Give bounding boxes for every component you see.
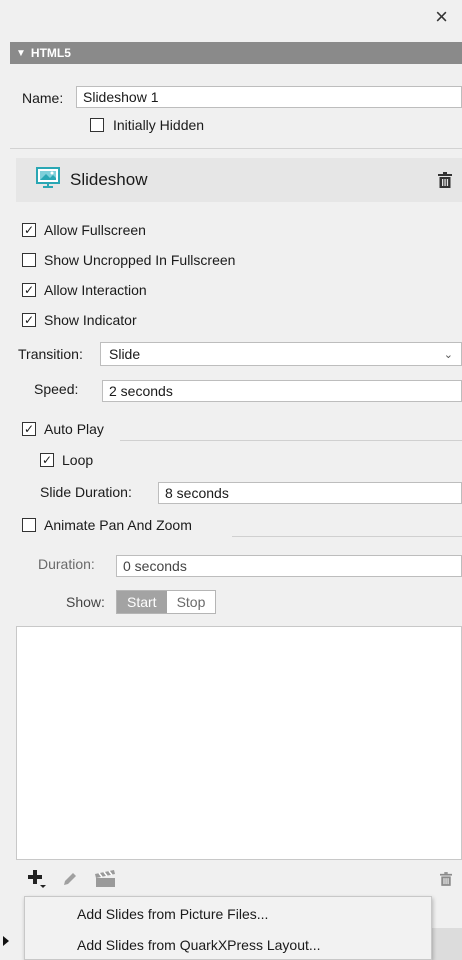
animate-divider — [232, 536, 462, 537]
slides-toolbar — [16, 862, 462, 892]
add-slides-menu: Add Slides from Picture Files... Add Sli… — [24, 896, 432, 960]
slideshow-icon — [36, 167, 60, 188]
speed-input[interactable]: 2 seconds — [102, 380, 462, 402]
slides-list[interactable] — [16, 626, 462, 860]
loop-row[interactable]: ✓ Loop — [40, 452, 93, 468]
collapse-triangle-icon: ▼ — [16, 47, 26, 59]
transition-label: Transition: — [18, 346, 83, 362]
loop-checkbox[interactable]: ✓ — [40, 453, 54, 467]
duration-value: 0 seconds — [123, 558, 187, 574]
background-panel-strip — [432, 928, 462, 960]
show-uncropped-label: Show Uncropped In Fullscreen — [44, 252, 236, 268]
show-start-button[interactable]: Start — [117, 591, 167, 613]
animate-pan-zoom-checkbox[interactable] — [22, 518, 36, 532]
allow-interaction-checkbox[interactable]: ✓ — [22, 283, 36, 297]
speed-label: Speed: — [34, 381, 79, 397]
initially-hidden-row[interactable]: Initially Hidden — [90, 117, 204, 133]
allow-fullscreen-checkbox[interactable]: ✓ — [22, 223, 36, 237]
add-slide-icon[interactable] — [28, 870, 46, 888]
edit-pencil-icon[interactable] — [62, 871, 78, 887]
allow-interaction-label: Allow Interaction — [44, 282, 147, 298]
loop-label: Loop — [62, 452, 94, 468]
initially-hidden-checkbox[interactable] — [90, 118, 104, 132]
show-uncropped-checkbox[interactable] — [22, 253, 36, 267]
allow-fullscreen-label: Allow Fullscreen — [44, 222, 146, 238]
name-input-value: Slideshow 1 — [83, 89, 159, 105]
slideshow-title: Slideshow — [70, 170, 148, 189]
animate-pan-zoom-label: Animate Pan And Zoom — [44, 517, 192, 533]
option-allow-interaction[interactable]: ✓ Allow Interaction — [22, 282, 147, 298]
transition-value: Slide — [109, 346, 141, 362]
html5-section-header[interactable]: ▼ HTML5 — [10, 42, 462, 64]
show-label: Show: — [66, 594, 105, 610]
option-allow-fullscreen[interactable]: ✓ Allow Fullscreen — [22, 222, 146, 238]
auto-play-divider — [120, 440, 462, 441]
show-indicator-label: Show Indicator — [44, 312, 137, 328]
clapperboard-icon[interactable] — [94, 868, 116, 888]
name-input[interactable]: Slideshow 1 — [76, 86, 462, 108]
show-segmented-control[interactable]: Start Stop — [116, 590, 217, 614]
slide-duration-label: Slide Duration: — [40, 484, 132, 500]
delete-slide-icon[interactable] — [440, 872, 452, 886]
chevron-down-icon: ⌄ — [443, 348, 453, 361]
show-stop-button[interactable]: Stop — [167, 591, 216, 613]
option-show-indicator[interactable]: ✓ Show Indicator — [22, 312, 137, 328]
animate-pan-zoom-row[interactable]: Animate Pan And Zoom — [22, 517, 192, 533]
close-button[interactable]: × — [435, 4, 448, 30]
auto-play-label: Auto Play — [44, 421, 104, 437]
duration-input[interactable]: 0 seconds — [116, 555, 462, 577]
auto-play-checkbox[interactable]: ✓ — [22, 422, 36, 436]
speed-value: 2 seconds — [109, 383, 173, 399]
menu-item-add-from-picture-files[interactable]: Add Slides from Picture Files... — [77, 906, 268, 922]
delete-slideshow-icon[interactable] — [438, 172, 452, 188]
expand-arrow-icon[interactable] — [3, 936, 9, 946]
duration-label: Duration: — [38, 556, 95, 572]
slide-duration-value: 8 seconds — [165, 485, 229, 501]
name-area: Name: Slideshow 1 Initially Hidden — [10, 64, 462, 149]
section-title: HTML5 — [30, 46, 71, 60]
name-label: Name: — [22, 90, 64, 106]
menu-item-add-from-quarkxpress-layout[interactable]: Add Slides from QuarkXPress Layout... — [77, 937, 321, 953]
slideshow-header: Slideshow — [16, 158, 462, 202]
show-indicator-checkbox[interactable]: ✓ — [22, 313, 36, 327]
initially-hidden-label: Initially Hidden — [113, 117, 205, 133]
slide-duration-input[interactable]: 8 seconds — [158, 482, 462, 504]
auto-play-row[interactable]: ✓ Auto Play — [22, 421, 104, 437]
option-show-uncropped[interactable]: Show Uncropped In Fullscreen — [22, 252, 235, 268]
transition-select[interactable]: Slide ⌄ — [100, 342, 462, 366]
